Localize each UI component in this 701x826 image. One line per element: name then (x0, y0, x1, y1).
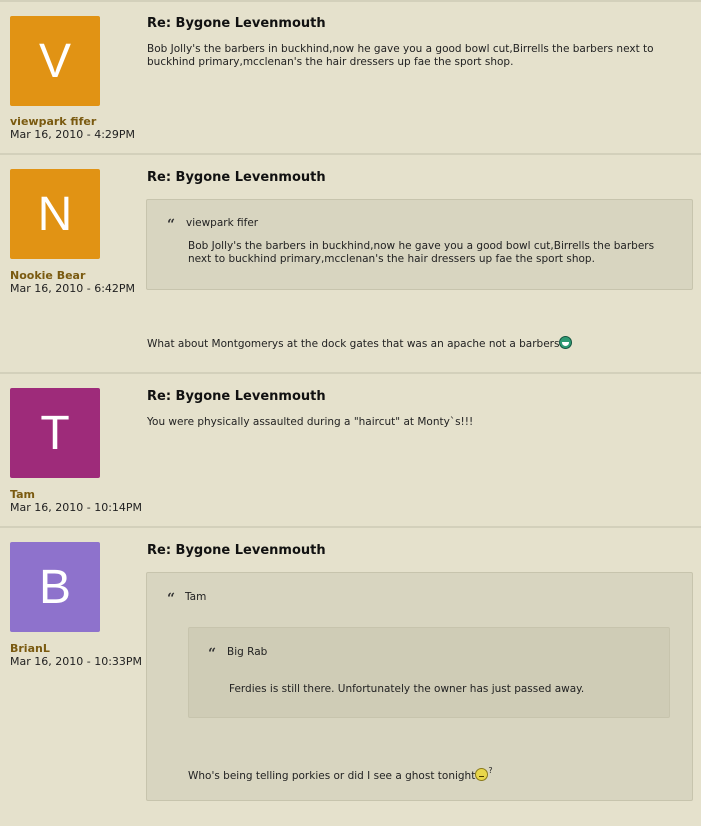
quote-text-content: Who's being telling porkies or did I see… (188, 770, 476, 782)
username-link[interactable]: Tam (10, 488, 35, 501)
post-body: You were physically assaulted during a "… (147, 416, 474, 428)
post-date: Mar 16, 2010 - 6:42PM (10, 282, 136, 295)
quote-icon: “ (167, 591, 176, 607)
post: T Tam Mar 16, 2010 - 10:14PM Re: Bygone … (0, 372, 701, 527)
quote-text: Bob Jolly's the barbers in buckhind,now … (188, 240, 655, 265)
grin-icon (559, 336, 573, 349)
avatar[interactable]: N (10, 169, 100, 259)
post-title: Re: Bygone Levenmouth (147, 170, 326, 185)
username-link[interactable]: BrianL (10, 642, 50, 655)
avatar[interactable]: T (10, 388, 100, 478)
post-body-text: What about Montgomerys at the dock gates… (147, 338, 560, 350)
quote-author: Big Rab (227, 646, 268, 658)
quote-author: Tam (185, 591, 207, 603)
quote-icon: “ (208, 646, 217, 662)
quote-block: “ Tam “ Big Rab Ferdies is still there. … (146, 572, 693, 801)
quote-icon: “ (167, 217, 176, 233)
thinking-icon (475, 768, 489, 781)
post-title: Re: Bygone Levenmouth (147, 543, 326, 558)
quote-text: Who's being telling porkies or did I see… (188, 764, 658, 783)
post-date: Mar 16, 2010 - 10:33PM (10, 655, 143, 668)
avatar[interactable]: B (10, 542, 100, 632)
post-body: What about Montgomerys at the dock gates… (147, 336, 675, 351)
post-title: Re: Bygone Levenmouth (147, 389, 326, 404)
avatar[interactable]: V (10, 16, 100, 106)
post-body: Bob Jolly's the barbers in buckhind,now … (147, 43, 654, 68)
post-title: Re: Bygone Levenmouth (147, 16, 326, 31)
quote-block: “ viewpark fifer Bob Jolly's the barbers… (146, 199, 693, 290)
quote-author: viewpark fifer (186, 217, 259, 229)
post-date: Mar 16, 2010 - 4:29PM (10, 128, 136, 141)
username-link[interactable]: viewpark fifer (10, 115, 96, 128)
post: V viewpark fifer Mar 16, 2010 - 4:29PM R… (0, 0, 701, 154)
nested-quote-block: “ Big Rab Ferdies is still there. Unfort… (188, 627, 670, 718)
post-date: Mar 16, 2010 - 10:14PM (10, 501, 143, 514)
username-link[interactable]: Nookie Bear (10, 269, 85, 282)
quote-text: Ferdies is still there. Unfortunately th… (229, 683, 585, 695)
post: B BrianL Mar 16, 2010 - 10:33PM Re: Bygo… (0, 526, 701, 826)
post: N Nookie Bear Mar 16, 2010 - 6:42PM Re: … (0, 153, 701, 373)
smiley-suffix: ? (488, 766, 493, 775)
